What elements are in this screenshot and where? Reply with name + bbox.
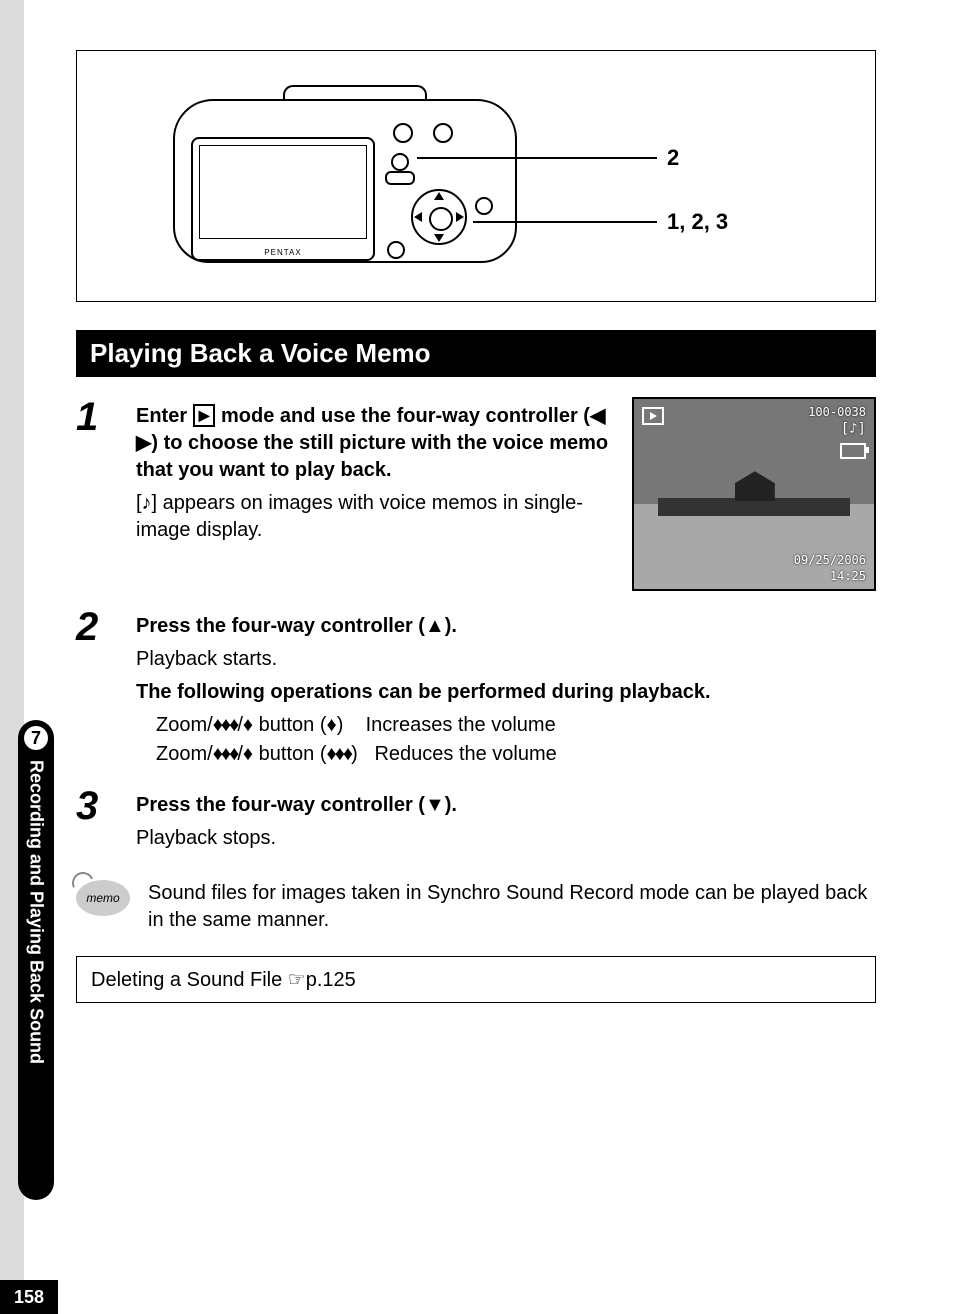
memo-block: memo Sound files for images taken in Syn…: [76, 880, 876, 934]
step-3: 3 Press the four-way controller (▼). Pla…: [76, 786, 876, 858]
down-arrow-icon: ▼: [425, 794, 445, 816]
chapter-number: 7: [24, 726, 48, 750]
step-3-body: Press the four-way controller (▼). Playb…: [136, 786, 876, 858]
camera-body: PENTAX: [173, 99, 517, 263]
page: 7 Recording and Playing Back Sound 158 P…: [0, 0, 954, 1314]
step-2-number: 2: [76, 607, 116, 770]
page-number: 158: [0, 1280, 58, 1314]
camera-brand: PENTAX: [193, 248, 373, 257]
callout-top: 2: [667, 145, 679, 171]
up-arrow-icon: ▲: [425, 615, 445, 637]
playback-mode-icon: ▶: [193, 404, 216, 427]
leader-line-1: [417, 157, 657, 159]
cross-reference-box: Deleting a Sound File ☞p.125: [76, 956, 876, 1003]
voice-memo-icon: [♪]: [841, 421, 866, 437]
step-2-op2: Zoom/♦♦♦/♦ button (♦♦♦) Reduces the volu…: [156, 741, 876, 768]
zoom-multi-icon-3: ♦♦♦: [326, 743, 351, 765]
zoom-single-icon-3: ♦: [243, 743, 253, 765]
sound-icon: [♪]: [136, 492, 157, 514]
step-2-line1: Playback starts.: [136, 646, 876, 673]
pointer-icon: ☞: [288, 969, 306, 991]
zoom-multi-icon: ♦♦♦: [213, 714, 238, 736]
content-area: PENTAX: [76, 50, 876, 1003]
zoom-single-icon-2: ♦: [326, 714, 336, 736]
step-1: 1 100-0038 [♪] 09/25/2006 14:25 Enter ▶ …: [76, 397, 876, 591]
camera-screen: PENTAX: [191, 137, 375, 261]
step-1-body: 100-0038 [♪] 09/25/2006 14:25 Enter ▶ mo…: [136, 397, 876, 591]
xref-text: Deleting a Sound File: [91, 969, 288, 991]
camera-button-small-1: [393, 123, 413, 143]
leader-line-2: [473, 221, 657, 223]
step-2: 2 Press the four-way controller (▲). Pla…: [76, 607, 876, 770]
step-2-op1: Zoom/♦♦♦/♦ button (♦) Increases the volu…: [156, 712, 876, 739]
screen-time: 14:25: [830, 569, 866, 583]
camera-button-small-2: [433, 123, 453, 143]
step-3-number: 3: [76, 786, 116, 858]
play-mode-icon: [642, 407, 664, 425]
step-2-title: Press the four-way controller (▲).: [136, 613, 876, 640]
camera-button-pill: [385, 171, 415, 185]
camera-button-small-5: [387, 241, 405, 259]
camera-screen-inner: [199, 145, 367, 239]
memo-text: Sound files for images taken in Synchro …: [148, 880, 876, 934]
file-number: 100-0038: [808, 405, 866, 419]
camera-button-small-3: [391, 153, 409, 171]
zoom-single-icon: ♦: [243, 714, 253, 736]
step-2-subheading: The following operations can be performe…: [136, 679, 876, 706]
step-3-line1: Playback stops.: [136, 825, 876, 852]
lcd-screen-inset: 100-0038 [♪] 09/25/2006 14:25: [632, 397, 876, 591]
xref-page: p.125: [306, 969, 356, 991]
battery-icon: [840, 443, 866, 459]
step-3-title: Press the four-way controller (▼).: [136, 792, 876, 819]
camera-dpad: [411, 189, 467, 245]
memo-icon: memo: [76, 880, 130, 916]
chapter-title: Recording and Playing Back Sound: [24, 760, 48, 1190]
camera-illustration: PENTAX: [173, 79, 523, 269]
step-1-number: 1: [76, 397, 116, 591]
camera-button-small-4: [475, 197, 493, 215]
zoom-multi-icon-2: ♦♦♦: [213, 743, 238, 765]
screen-date: 09/25/2006: [794, 553, 866, 567]
step-2-body: Press the four-way controller (▲). Playb…: [136, 607, 876, 770]
callout-bottom: 1, 2, 3: [667, 209, 728, 235]
camera-illustration-box: PENTAX: [76, 50, 876, 302]
section-heading: Playing Back a Voice Memo: [76, 330, 876, 377]
